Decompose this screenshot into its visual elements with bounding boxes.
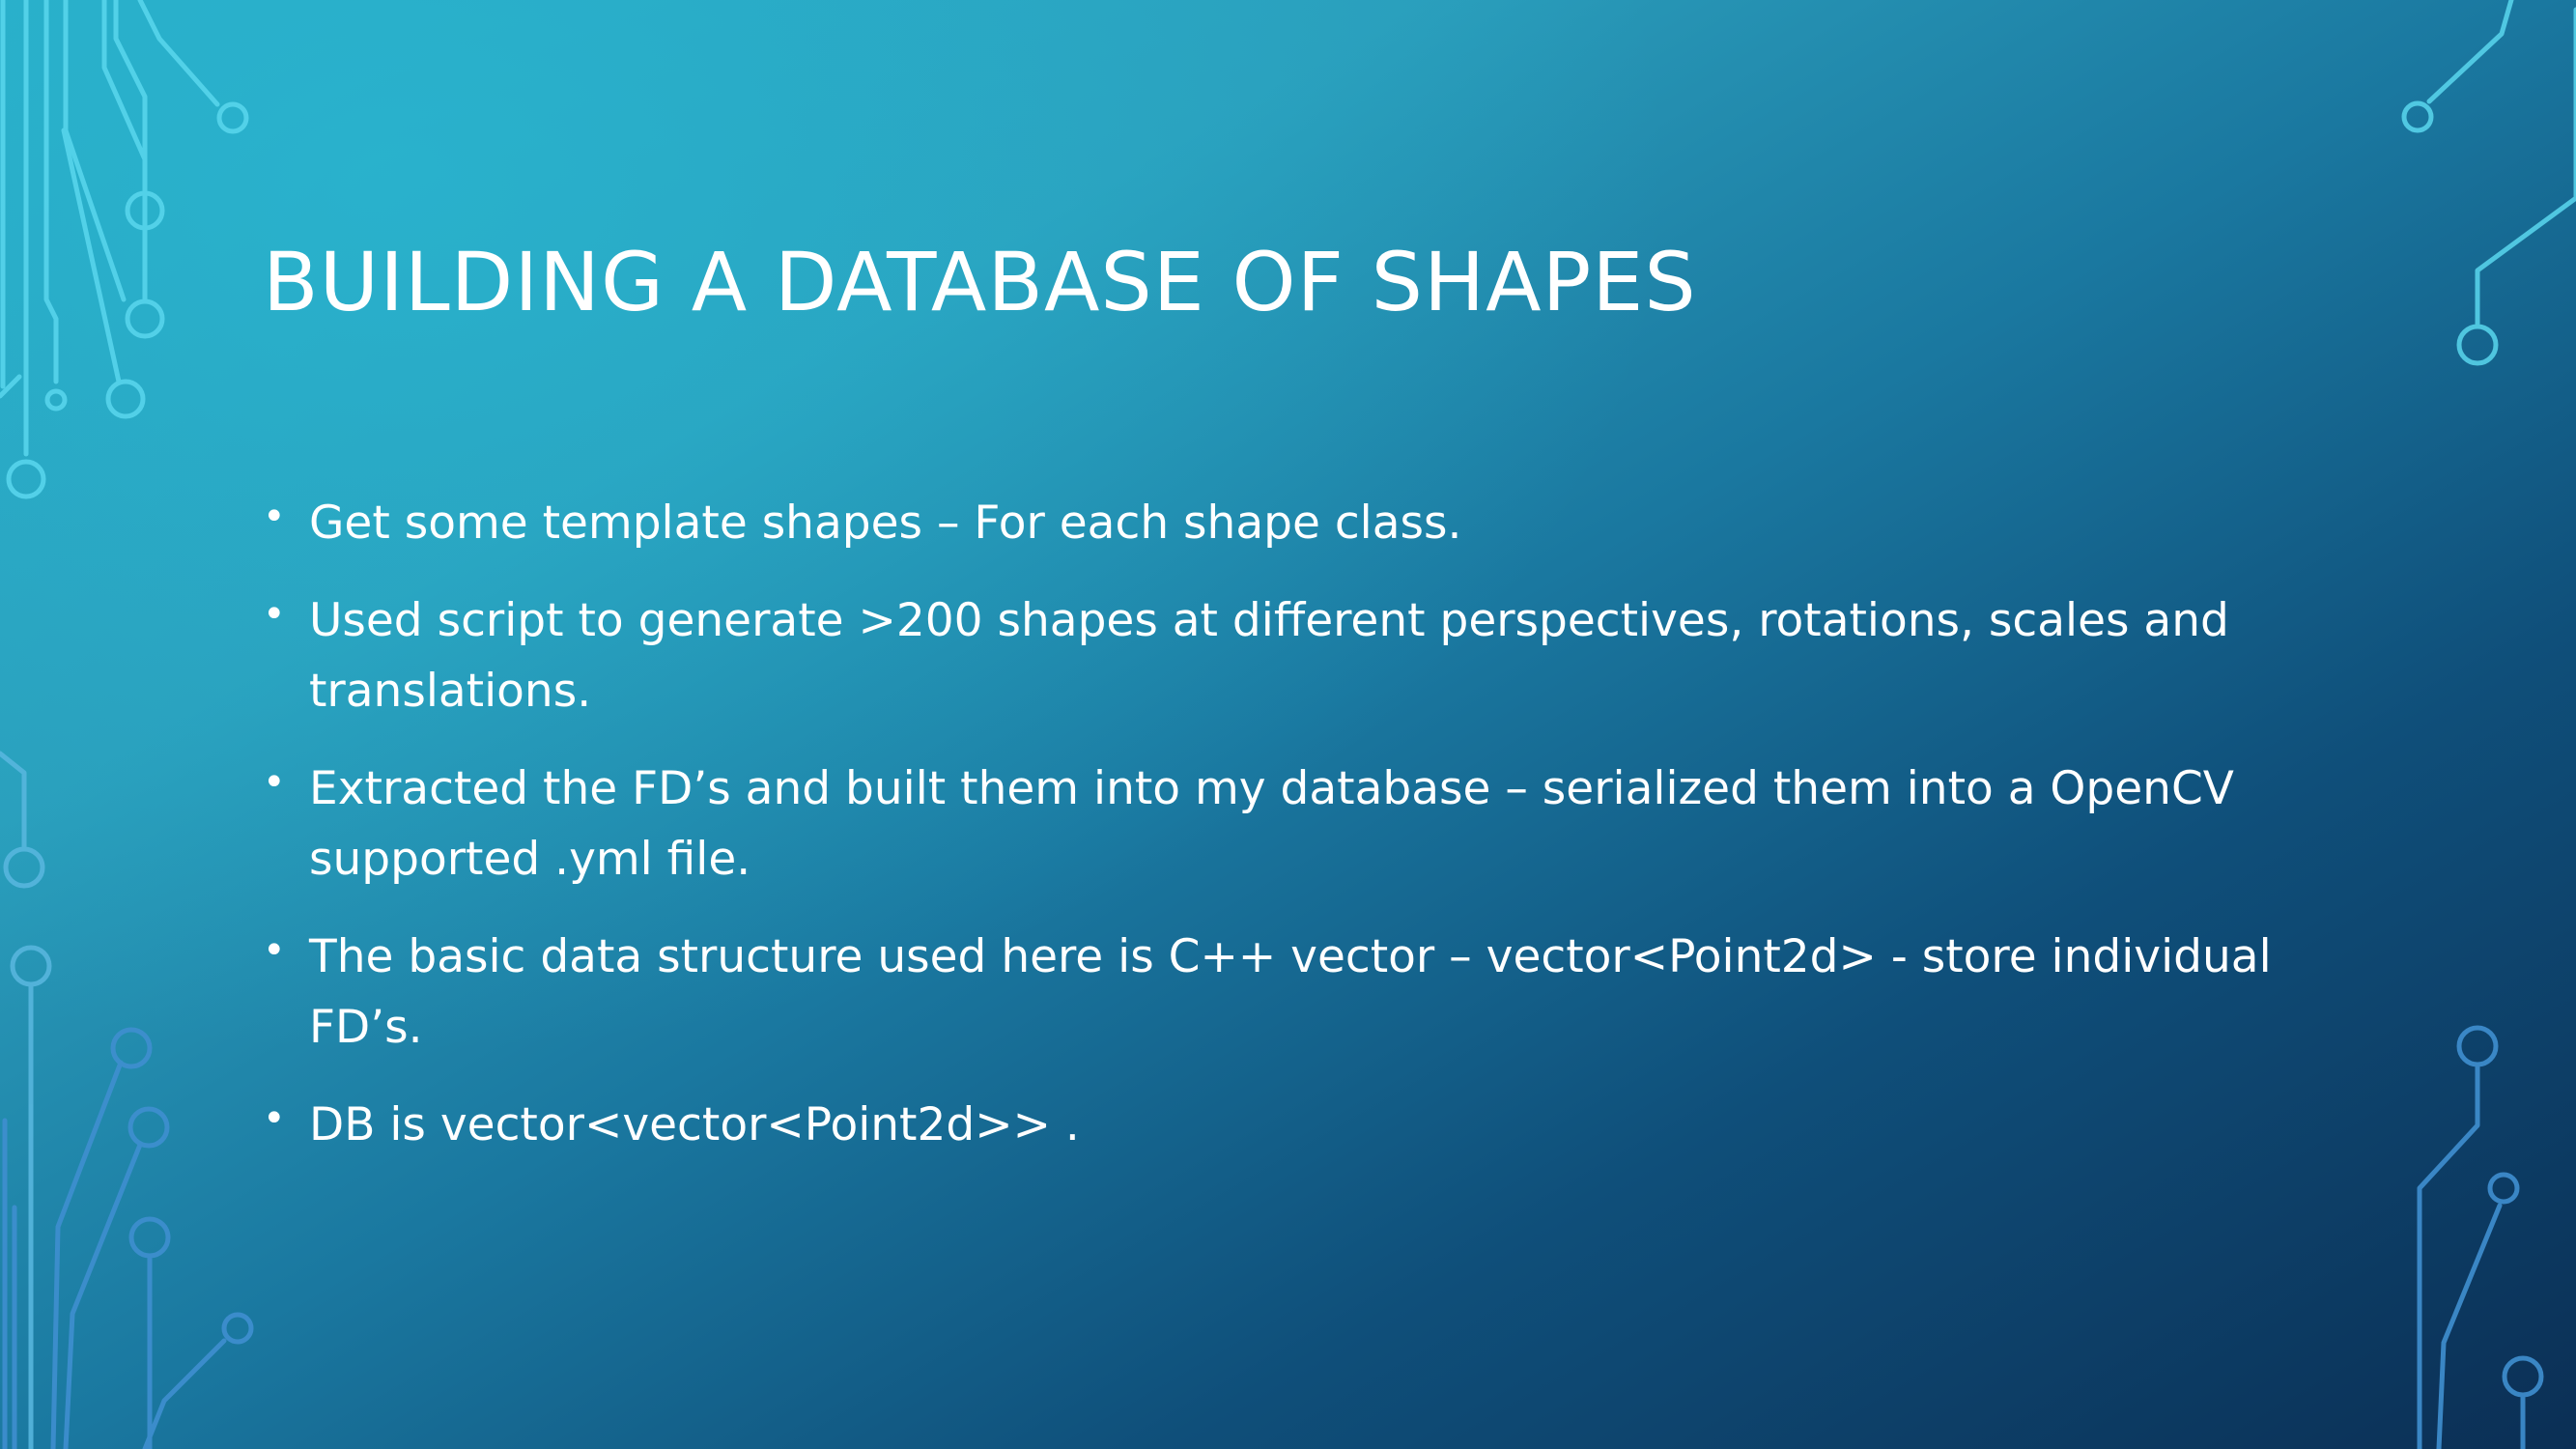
bullet-list: • Get some template shapes – For each sh… — [263, 488, 2330, 1187]
bullet-item: • Used script to generate >200 shapes at… — [263, 585, 2330, 726]
bullet-item: • The basic data structure used here is … — [263, 922, 2330, 1063]
circuit-mid-left — [0, 751, 52, 1449]
bullet-text: Get some template shapes – For each shap… — [309, 497, 1462, 550]
bullet-text: The basic data structure used here is C+… — [309, 930, 2272, 1054]
bullet-text: Extracted the FD’s and built them into m… — [309, 762, 2234, 886]
bullet-item: • Get some template shapes – For each sh… — [263, 488, 2330, 558]
bullet-text: DB is vector<vector<Point2d>> . — [309, 1098, 1080, 1151]
presentation-slide: BUILDING A DATABASE OF SHAPES • Get some… — [0, 0, 2576, 1449]
bullet-point-icon: • — [263, 592, 286, 637]
bullet-point-icon: • — [263, 760, 286, 805]
circuit-bottom-right — [2417, 1025, 2544, 1449]
circuit-bottom-left — [2, 1027, 254, 1449]
bullet-point-icon: • — [263, 495, 286, 539]
bullet-item: • DB is vector<vector<Point2d>> . — [263, 1090, 2330, 1160]
bullet-text: Used script to generate >200 shapes at d… — [309, 594, 2229, 718]
bullet-point-icon: • — [263, 1096, 286, 1141]
bullet-item: • Extracted the FD’s and built them into… — [263, 753, 2330, 895]
circuit-top-left — [0, 0, 249, 499]
bullet-point-icon: • — [263, 928, 286, 973]
circuit-top-right — [2401, 0, 2576, 366]
slide-title: BUILDING A DATABASE OF SHAPES — [263, 235, 1697, 329]
